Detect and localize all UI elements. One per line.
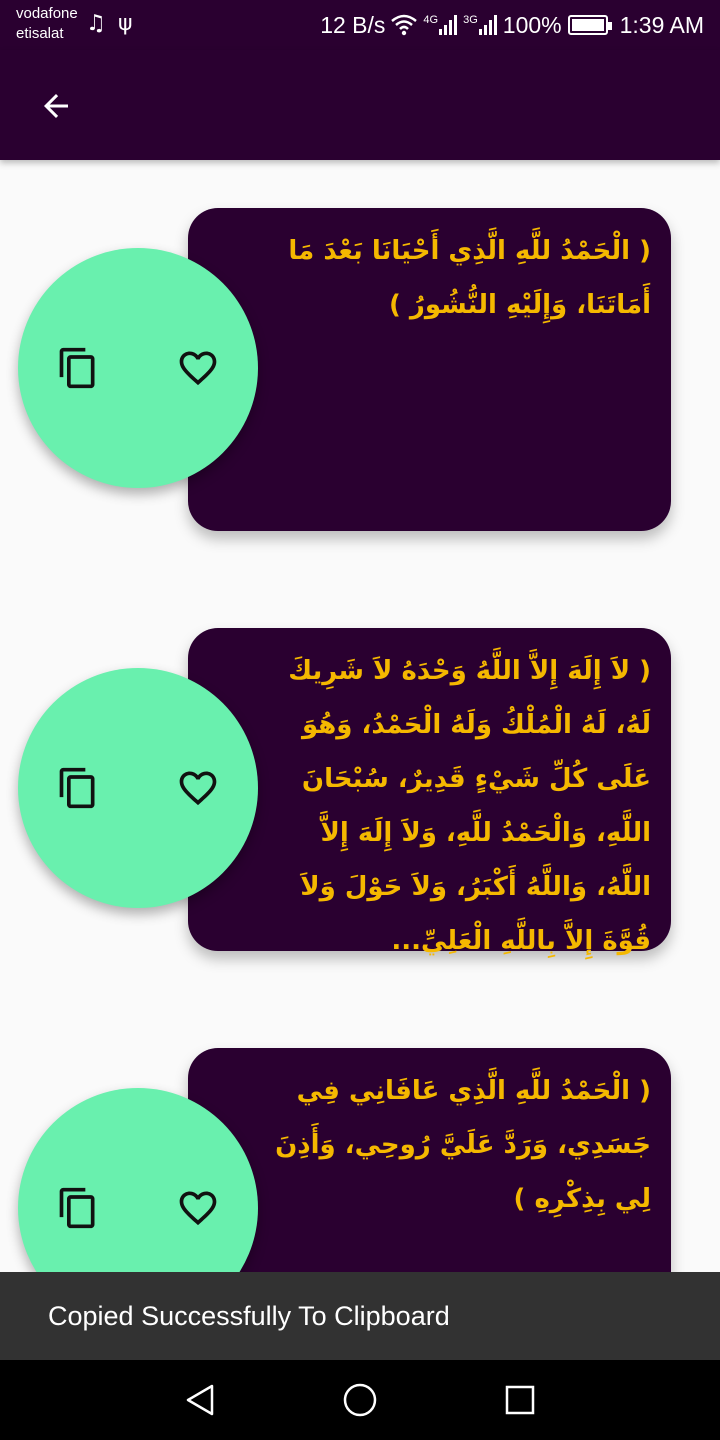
copy-button[interactable] [54, 764, 102, 812]
copy-icon [59, 767, 95, 809]
status-indicators: 12 B/s 4G 3G 100% 1:39 AM [320, 10, 704, 40]
copy-button[interactable] [54, 344, 102, 392]
dhikr-text: ( الْحَمْدُ للَّهِ الَّذِي أَحْيَانَا بَ… [288, 236, 651, 320]
toast-message: Copied Successfully To Clipboard [48, 1301, 450, 1331]
copy-icon [59, 1187, 95, 1229]
dhikr-text: ( لاَ إِلَهَ إِلاَّ اللَّهُ وَحْدَهُ لاَ… [288, 656, 651, 956]
heart-outline-icon [179, 351, 217, 386]
clock: 1:39 AM [619, 11, 704, 38]
favorite-button[interactable] [174, 1184, 222, 1232]
copy-button[interactable] [54, 1184, 102, 1232]
nav-home-button[interactable] [340, 1380, 380, 1420]
music-icon: ♫ [86, 11, 106, 36]
nav-recents-button[interactable] [500, 1380, 540, 1420]
status-bar: vodafone etisalat ♫ ψ 12 B/s 4G 3G 100% [0, 0, 720, 50]
dhikr-actions [18, 248, 258, 488]
signal-bars-icon [478, 15, 497, 35]
system-nav-bar [0, 1360, 720, 1440]
heart-outline-icon [179, 771, 217, 806]
dhikr-card: ( الْحَمْدُ للَّهِ الَّذِي عَافَانِي فِي… [188, 1048, 671, 1272]
favorite-button[interactable] [174, 344, 222, 392]
wifi-icon [391, 14, 418, 36]
back-triangle-icon [186, 1384, 214, 1416]
app-bar [0, 50, 720, 160]
favorite-button[interactable] [174, 764, 222, 812]
adhkar-list[interactable]: ( الْحَمْدُ للَّهِ الَّذِي أَحْيَانَا بَ… [0, 160, 720, 1272]
back-button[interactable] [26, 76, 86, 136]
recents-square-icon [505, 1385, 535, 1415]
copy-icon [59, 347, 95, 389]
heart-outline-icon [179, 1191, 217, 1226]
battery-percent: 100% [502, 11, 562, 38]
dhikr-card: ( لاَ إِلَهَ إِلاَّ اللَّهُ وَحْدَهُ لاَ… [188, 628, 671, 956]
carrier-info: vodafone etisalat [16, 4, 78, 44]
network-type-4g: 4G [423, 14, 439, 26]
dhikr-card: ( الْحَمْدُ للَّهِ الَّذِي أَحْيَانَا بَ… [188, 208, 671, 531]
battery-icon [567, 15, 612, 35]
toast: Copied Successfully To Clipboard [0, 1272, 720, 1360]
dhikr-actions [18, 668, 258, 908]
signal-4g: 4G [423, 14, 458, 35]
carrier-name-secondary: etisalat [16, 25, 64, 42]
signal-bars-icon [439, 15, 458, 35]
arrow-back-icon [44, 94, 68, 118]
usb-icon: ψ [118, 11, 133, 36]
carrier-name-primary: vodafone [16, 5, 78, 22]
home-circle-icon [343, 1383, 377, 1417]
nav-back-button[interactable] [180, 1380, 220, 1420]
dhikr-text: ( الْحَمْدُ للَّهِ الَّذِي عَافَانِي فِي… [275, 1076, 651, 1214]
network-speed: 12 B/s [320, 11, 386, 38]
signal-3g: 3G [463, 15, 497, 35]
network-type-3g: 3G [463, 14, 478, 26]
